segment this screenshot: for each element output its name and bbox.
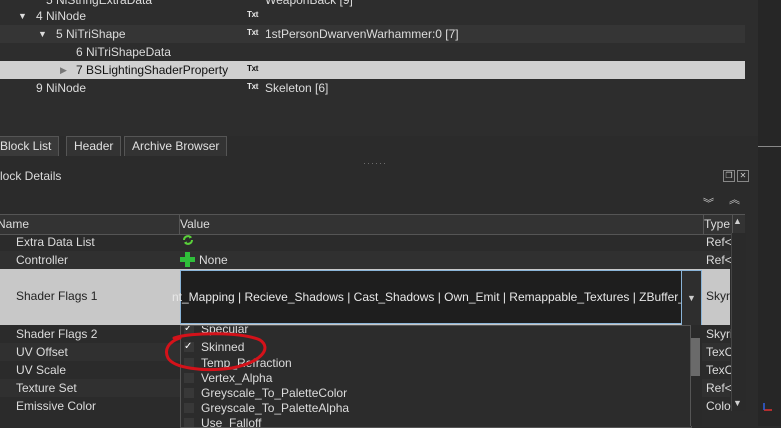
splitter-handle[interactable]: ······ — [363, 158, 387, 168]
row-type: Colo — [706, 399, 731, 413]
flag-option[interactable]: Greyscale_To_PaletteColor — [181, 386, 689, 401]
txt-icon: Txt — [247, 28, 259, 37]
collapsed-arrow-icon[interactable]: ▶ — [60, 61, 67, 79]
flag-label: Specular — [201, 325, 249, 336]
column-value[interactable]: Value — [179, 215, 704, 234]
tree-row[interactable]: ▼ 4 NiNode Txt — [0, 7, 745, 25]
txt-icon: Txt — [247, 10, 259, 19]
tree-row[interactable]: ▼ 5 NiTriShape Txt 1stPersonDwarvenWarha… — [0, 25, 745, 43]
right-panel-strip — [758, 0, 781, 426]
checkbox[interactable]: ✓ — [184, 342, 194, 352]
row-name: Emissive Color — [16, 399, 97, 413]
row-type: TexC — [706, 363, 734, 377]
row-name: Texture Set — [16, 381, 77, 395]
flag-label: Use_Falloff — [201, 416, 262, 428]
expand-arrow-icon[interactable]: ▼ — [38, 25, 47, 43]
checkbox[interactable] — [184, 418, 194, 427]
row-name: Extra Data List — [16, 235, 95, 249]
block-details-title: lock Details — [0, 169, 62, 183]
tree-label: 6 NiTriShapeData — [76, 45, 171, 59]
block-tree[interactable]: 5 NiStringExtraData WeaponBack [9] ▼ 4 N… — [0, 0, 758, 136]
restore-icon[interactable]: ❐ — [723, 170, 735, 182]
scroll-down-icon[interactable]: ▼ — [733, 398, 742, 408]
tree-label: 7 BSLightingShaderProperty — [76, 63, 229, 77]
axis-gizmo-icon — [763, 403, 772, 411]
tree-row[interactable]: 9 NiNode Txt Skeleton [6] — [0, 79, 745, 97]
expand-arrow-icon[interactable]: ▼ — [18, 7, 27, 25]
row-type: Skyri — [706, 327, 733, 341]
tab-block-list[interactable]: Block List — [0, 136, 60, 156]
row-name: Shader Flags 1 — [16, 289, 98, 303]
flag-option[interactable]: Greyscale_To_PaletteAlpha — [181, 401, 689, 416]
tab-bar: Block List Header Archive Browser — [0, 136, 758, 156]
flag-option[interactable]: ✓ Skinned — [181, 340, 689, 355]
refresh-icon[interactable] — [181, 233, 195, 251]
flag-option[interactable]: ✓ Specular — [181, 325, 689, 337]
checkbox[interactable] — [184, 388, 194, 398]
flag-option[interactable]: Vertex_Alpha — [181, 371, 689, 386]
flag-label: Greyscale_To_PaletteAlpha — [201, 401, 350, 415]
row-type: Ref< — [706, 253, 732, 267]
shader-flags-dropdown[interactable]: ✓ Specular ✓ Skinned Temp_Refraction Ver… — [180, 325, 692, 428]
table-row[interactable]: Controller None Ref< — [0, 251, 732, 269]
tab-header[interactable]: Header — [66, 136, 122, 156]
tree-label: 5 NiTriShape — [56, 27, 126, 41]
flag-label: Temp_Refraction — [201, 356, 292, 370]
flag-label: Greyscale_To_PaletteColor — [201, 386, 348, 400]
tab-archive-browser[interactable]: Archive Browser — [124, 136, 228, 156]
close-icon[interactable]: ✕ — [737, 170, 749, 182]
flag-option[interactable]: Temp_Refraction — [181, 356, 689, 371]
row-name: UV Scale — [16, 363, 67, 377]
row-name: Controller — [16, 253, 69, 267]
row-name: Shader Flags 2 — [16, 327, 98, 341]
divider — [758, 146, 781, 147]
chevron-down-icon[interactable]: ︾ — [703, 195, 714, 211]
tree-row-selected[interactable]: ▶ 7 BSLightingShaderProperty Txt — [0, 61, 745, 79]
flag-label: Skinned — [201, 340, 245, 354]
table-row[interactable]: Extra Data List Ref< — [0, 233, 732, 251]
scroll-up-icon[interactable]: ▲ — [733, 216, 742, 226]
checkbox[interactable]: ✓ — [184, 326, 194, 334]
flag-label: Vertex_Alpha — [201, 371, 273, 385]
table-scrollbar[interactable] — [731, 233, 746, 411]
dropdown-arrow-icon[interactable]: ▼ — [681, 270, 702, 326]
row-type: TexC — [706, 345, 734, 359]
row-type: Ref< — [706, 235, 732, 249]
checkbox[interactable] — [184, 373, 194, 383]
tree-row[interactable]: 6 NiTriShapeData — [0, 43, 745, 61]
tree-value: Skeleton [6] — [265, 81, 329, 95]
tree-label: 9 NiNode — [36, 81, 87, 95]
shader-flags-value[interactable]: nt_Mapping | Recieve_Shadows | Cast_Shad… — [172, 290, 682, 304]
row-type: Skyri — [706, 289, 733, 303]
txt-icon: Txt — [247, 82, 259, 91]
tree-label: 4 NiNode — [36, 9, 87, 23]
row-name: UV Offset — [16, 345, 68, 359]
table-header: Name Value Type — [0, 214, 745, 235]
column-name[interactable]: Name — [0, 215, 180, 234]
txt-icon: Txt — [247, 64, 259, 73]
row-type: Ref< — [706, 381, 732, 395]
chevron-up-icon[interactable]: ︽ — [729, 191, 740, 207]
tree-value: 1stPersonDwarvenWarhammer:0 [7] — [265, 27, 459, 41]
checkbox[interactable] — [184, 403, 194, 413]
row-value[interactable]: None — [199, 251, 228, 269]
dropdown-scroll-thumb[interactable] — [691, 338, 700, 376]
flag-option[interactable]: Use_Falloff — [181, 416, 689, 428]
column-type[interactable]: Type — [703, 215, 733, 234]
checkbox[interactable] — [184, 358, 194, 368]
